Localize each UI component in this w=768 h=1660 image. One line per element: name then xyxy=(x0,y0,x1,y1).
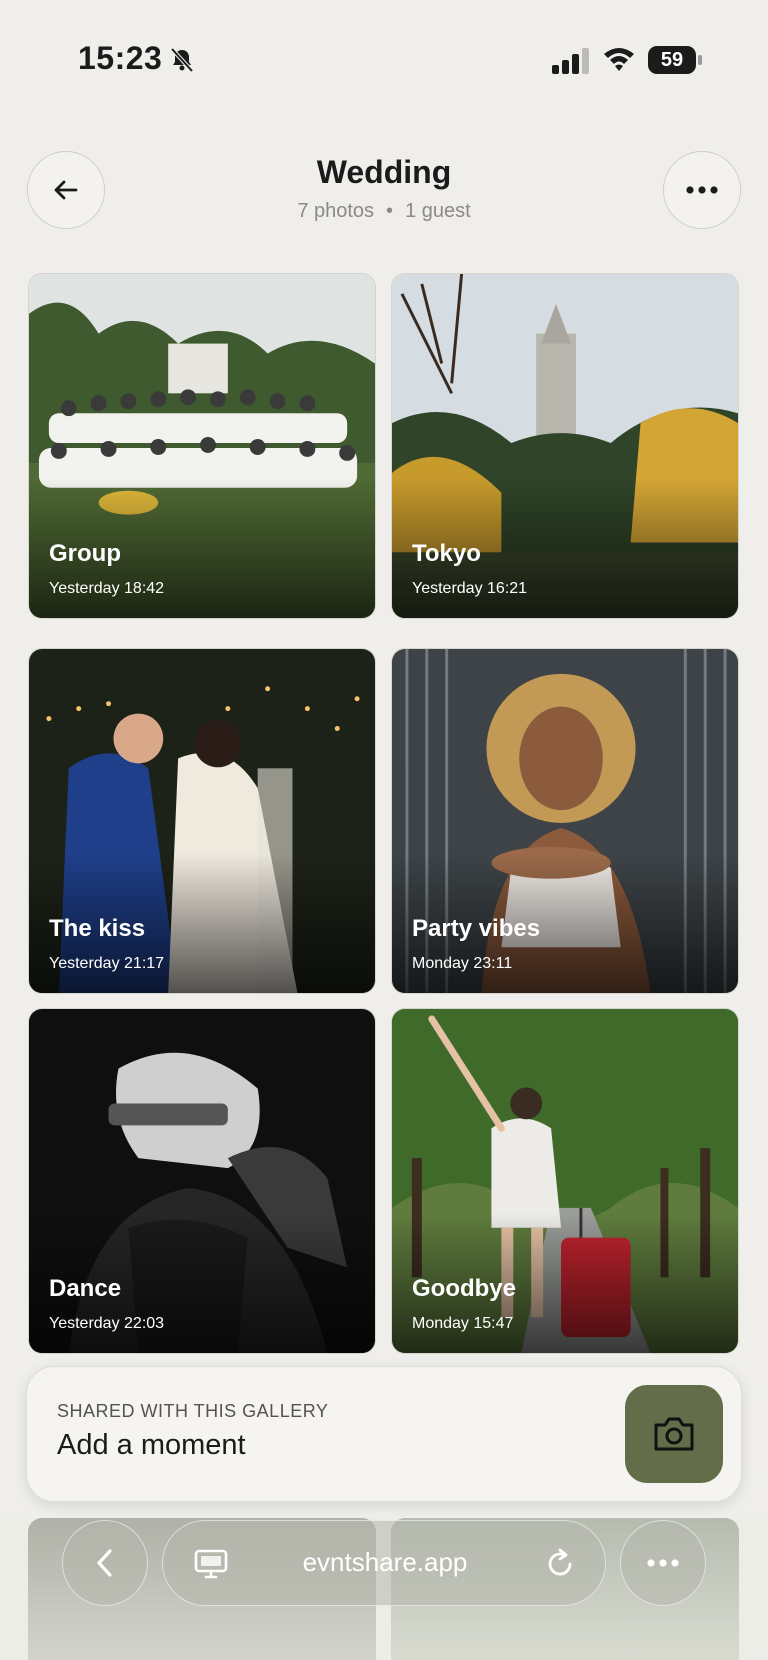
signal-icon xyxy=(552,48,589,74)
add-moment-panel[interactable]: SHARED WITH THIS GALLERY Add a moment xyxy=(26,1366,742,1502)
photo-title: Dance xyxy=(49,1275,122,1302)
photo-time: Yesterday 21:17 xyxy=(49,955,165,972)
browser-back-button[interactable] xyxy=(62,1520,148,1606)
status-time: 15:23 xyxy=(78,40,163,76)
more-options-button[interactable] xyxy=(663,151,741,229)
reload-icon[interactable] xyxy=(543,1547,577,1581)
photo-time: Yesterday 22:03 xyxy=(49,1315,165,1332)
ellipsis-icon xyxy=(647,1559,679,1567)
photo-card-goodbye[interactable]: Goodbye Monday 15:47 xyxy=(391,1008,739,1354)
photo-title: Tokyo xyxy=(412,540,481,567)
wifi-icon xyxy=(604,48,634,71)
photo-card-dance[interactable]: Dance Yesterday 22:03 xyxy=(28,1008,376,1354)
camera-icon xyxy=(654,1417,694,1451)
browser-more-button[interactable] xyxy=(620,1520,706,1606)
battery-icon: 59 xyxy=(648,46,702,74)
photo-count: 7 photos xyxy=(297,200,375,222)
ellipsis-icon xyxy=(686,186,718,194)
bell-slash-icon xyxy=(170,47,194,73)
photo-time: Yesterday 16:21 xyxy=(412,580,528,597)
photo-card-party-vibes[interactable]: Party vibes Monday 23:11 xyxy=(391,648,739,994)
photo-title: Goodbye xyxy=(412,1275,517,1302)
photo-title: The kiss xyxy=(49,915,146,942)
separator-dot: • xyxy=(386,200,394,222)
url-text: evntshare.app xyxy=(302,1547,468,1577)
status-bar: 15:23 59 xyxy=(0,0,768,120)
moment-eyebrow: SHARED WITH THIS GALLERY xyxy=(57,1401,329,1421)
photo-time: Yesterday 18:42 xyxy=(49,580,165,597)
photo-title: Party vibes xyxy=(412,915,541,942)
address-bar[interactable]: evntshare.app xyxy=(162,1520,606,1606)
gallery-subtitle: 7 photos • 1 guest xyxy=(0,200,768,223)
photo-time: Monday 23:11 xyxy=(412,955,513,972)
camera-button[interactable] xyxy=(625,1385,723,1483)
chevron-left-icon xyxy=(97,1549,112,1577)
photo-time: Monday 15:47 xyxy=(412,1315,514,1332)
photo-card-the-kiss[interactable]: The kiss Yesterday 21:17 xyxy=(28,648,376,994)
guest-count: 1 guest xyxy=(405,200,471,222)
photo-card-group[interactable]: Group Yesterday 18:42 xyxy=(28,273,376,619)
battery-tip xyxy=(698,55,702,65)
battery-level: 59 xyxy=(648,46,696,74)
page-title: Wedding xyxy=(316,154,452,190)
moment-title: Add a moment xyxy=(57,1429,246,1461)
photo-card-tokyo[interactable]: Tokyo Yesterday 16:21 xyxy=(391,273,739,619)
photo-title: Group xyxy=(49,540,121,567)
